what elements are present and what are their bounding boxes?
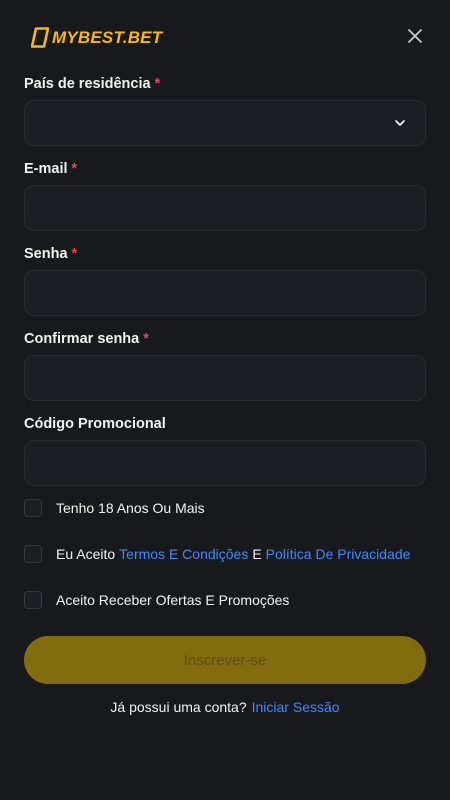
confirm-password-label-text: Confirmar senha [24,331,140,347]
required-marker: * [143,331,149,347]
login-prompt-text: Já possui uma conta? [110,699,247,715]
offers-row: Aceito Receber Ofertas E Promoções [24,591,289,609]
password-field[interactable] [25,271,425,315]
logo-text: MYBEST.BET [52,27,163,47]
terms-checkbox[interactable] [24,545,42,563]
age-confirm-row: Tenho 18 Anos Ou Mais [24,499,205,517]
offers-checkbox-label: Aceito Receber Ofertas E Promoções [56,592,290,608]
email-label-text: E-mail [24,161,68,177]
country-select[interactable] [24,100,426,146]
email-label: E-mail * [24,161,77,177]
confirm-password-field[interactable] [25,356,425,400]
terms-link[interactable]: Termos E Condições [119,546,248,562]
promo-code-field-wrapper [24,440,426,486]
required-marker: * [71,161,78,177]
brand-logo: MYBEST.BET [31,27,162,48]
age-checkbox[interactable] [24,499,42,517]
offers-checkbox[interactable] [24,591,42,609]
country-label: País de residência * [24,76,160,92]
promo-code-field[interactable] [25,441,425,485]
login-link[interactable]: Iniciar Sessão [252,699,340,715]
terms-conjunction: E [252,546,262,562]
promo-code-label: Código Promocional [24,416,166,432]
required-marker: * [71,246,78,262]
promo-code-label-text: Código Promocional [24,416,166,432]
email-field[interactable] [25,186,425,230]
logo-mark-icon [31,27,49,48]
register-button[interactable]: Inscrever-se [24,636,426,684]
terms-prefix: Eu Aceito [56,546,116,562]
email-field-wrapper [24,185,426,231]
chevron-down-icon [395,120,405,126]
confirm-password-field-wrapper [24,355,426,401]
required-marker: * [154,76,161,92]
close-icon[interactable] [405,26,425,46]
confirm-password-label: Confirmar senha * [24,331,149,347]
privacy-link[interactable]: Política De Privacidade [266,546,411,562]
login-prompt: Já possui uma conta? Iniciar Sessão [0,699,450,715]
password-field-wrapper [24,270,426,316]
password-label-text: Senha [24,246,68,262]
password-label: Senha * [24,246,77,262]
age-checkbox-label: Tenho 18 Anos Ou Mais [56,500,205,516]
country-label-text: País de residência [24,76,151,92]
modal-header: MYBEST.BET [0,0,450,76]
terms-row: Eu Aceito Termos E Condições E Política … [24,545,410,563]
